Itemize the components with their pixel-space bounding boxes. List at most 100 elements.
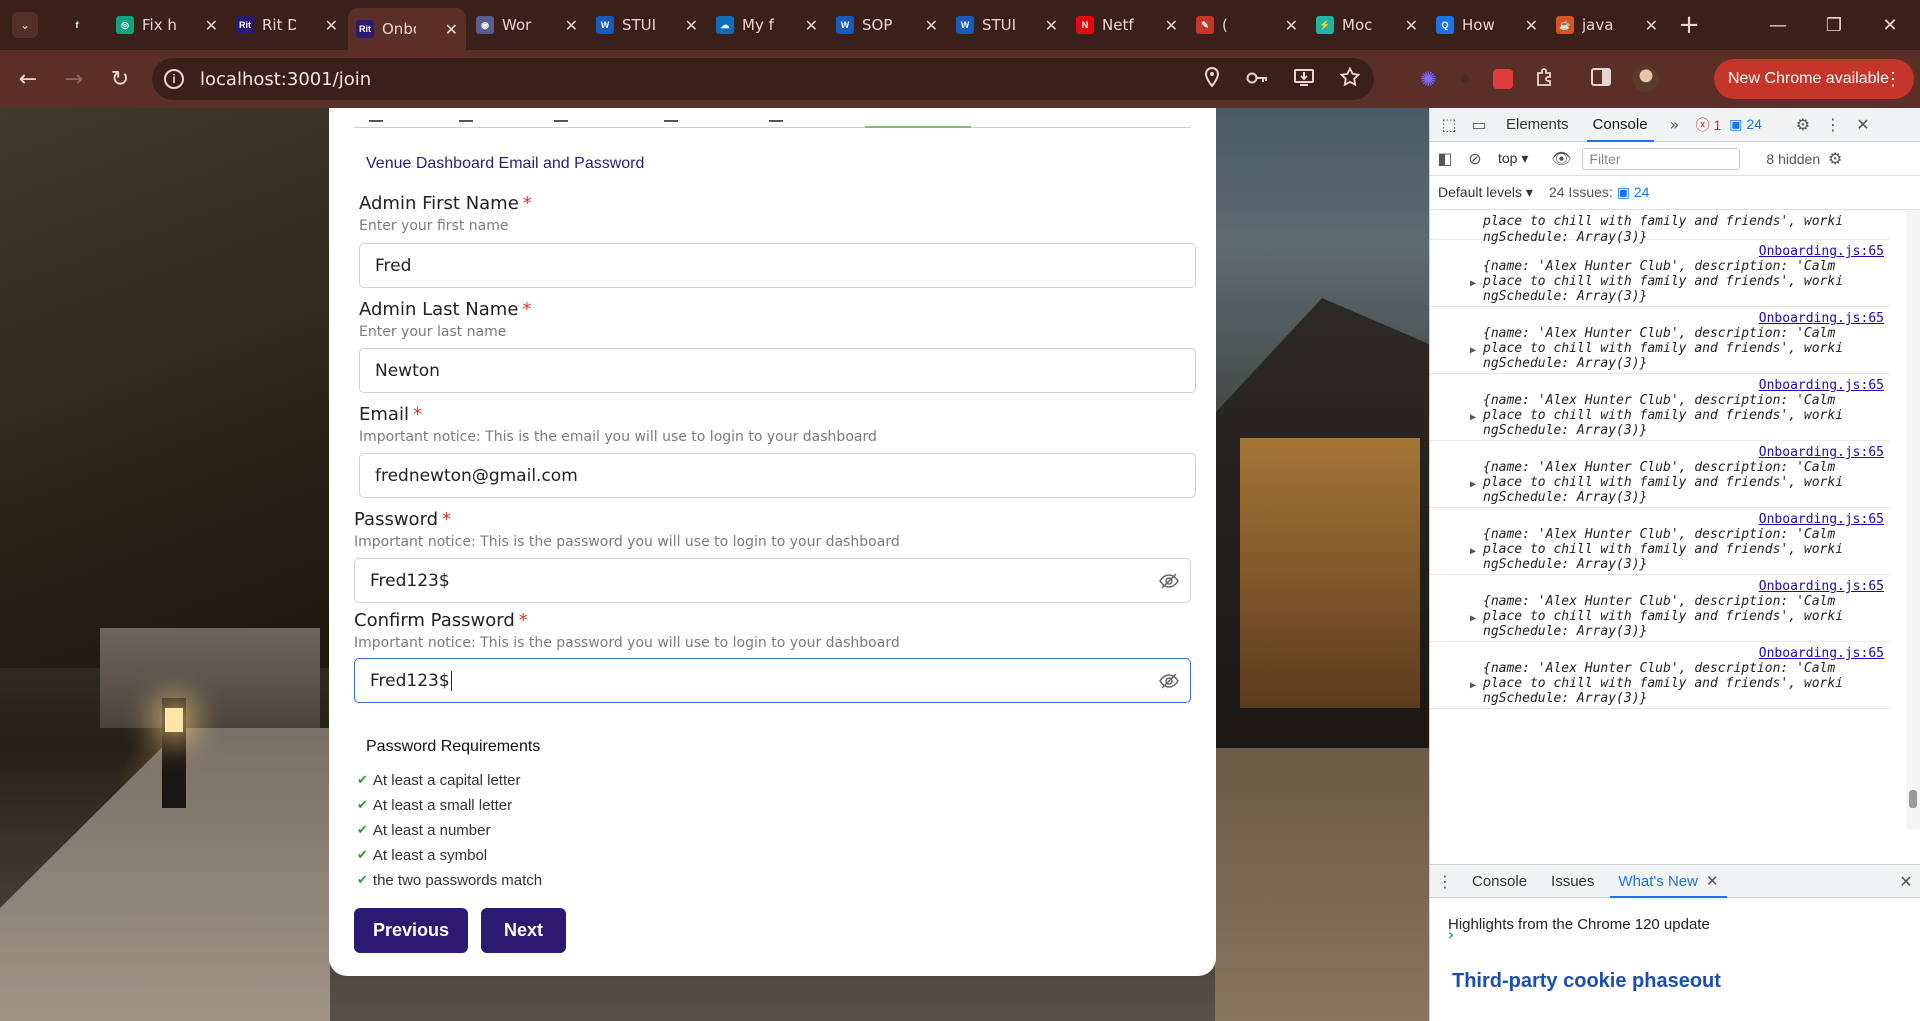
chrome-update-button[interactable]: New Chrome available ⋮ [1714,59,1914,99]
toggle-visibility-icon[interactable] [1158,670,1180,692]
console-scrollbar[interactable] [1906,210,1920,830]
more-options-icon[interactable]: ⋮ [1884,69,1902,90]
close-tab-icon[interactable]: ✕ [1405,16,1418,35]
back-button[interactable]: ← [8,59,48,99]
chatgpt-icon: ◎ [116,16,134,34]
close-drawer-icon[interactable]: ✕ [1891,864,1920,898]
log-source-link[interactable]: Onboarding.js:65 [1759,378,1884,393]
close-window-button[interactable]: ✕ [1860,0,1920,50]
close-tab-icon[interactable]: ✕ [1645,16,1658,35]
expand-arrow-icon[interactable]: ▶ [1470,345,1476,356]
forward-button[interactable]: → [54,59,94,99]
expand-arrow-icon[interactable]: ▶ [1470,680,1476,691]
whats-new-heading[interactable]: Third-party cookie phaseout [1452,970,1721,993]
more-tabs-icon[interactable]: » [1660,108,1690,142]
close-tab-icon[interactable]: ✕ [1165,16,1178,35]
browser-tab[interactable]: ☁ My f ✕ [708,6,826,44]
expand-arrow-icon[interactable]: ▶ [1470,613,1476,624]
tab-elements[interactable]: Elements [1494,108,1581,142]
issue-count-badge[interactable]: ▣ 24 [1729,116,1762,133]
console-toolbar: ◧ ⊘ top ▾ 👁 Filter 8 hidden ⚙ [1430,142,1920,176]
first-name-input[interactable]: Fred [359,243,1196,288]
log-source-link[interactable]: Onboarding.js:65 [1759,512,1884,527]
drawer-tab-issues[interactable]: Issues [1539,864,1606,898]
settings-gear-icon[interactable]: ⚙ [1788,108,1818,142]
sidebar-toggle-icon[interactable]: ◧ [1430,142,1460,176]
browser-tab[interactable]: W STUI ✕ [948,6,1066,44]
install-app-icon[interactable] [1294,68,1314,91]
close-tab-icon[interactable]: ✕ [685,16,698,35]
previous-button[interactable]: Previous [354,908,468,953]
close-tab-icon[interactable]: ✕ [925,16,938,35]
new-tab-button[interactable]: + [1674,10,1704,40]
site-info-icon[interactable]: i [164,69,184,89]
browser-tab[interactable]: ☕ java ✕ [1548,6,1666,44]
tab-console[interactable]: Console [1581,108,1660,142]
moon-extension-icon[interactable]: ● [1459,68,1471,91]
tab-search-button[interactable]: ⌄ [12,12,38,38]
clear-console-icon[interactable]: ⊘ [1460,142,1490,176]
browser-tab[interactable]: ✎ (✕ [1188,6,1306,44]
bookmark-star-icon[interactable] [1339,65,1361,92]
close-tab-icon[interactable]: ✕ [1525,16,1538,35]
location-icon[interactable] [1204,66,1220,92]
browser-tab[interactable]: W STUI ✕ [588,6,706,44]
browser-tab[interactable]: ◎ Fix h ✕ [108,6,226,44]
toggle-visibility-icon[interactable] [1158,570,1180,592]
expand-arrow-icon[interactable]: ▶ [1470,479,1476,490]
issues-summary[interactable]: 24 Issues: ▣ 24 [1549,184,1649,201]
expand-arrow-icon[interactable]: ▶ [1470,546,1476,557]
browser-tab[interactable]: Rit Rit D ✕ [228,6,346,44]
browser-tab[interactable]: ◉ Wor ✕ [468,6,586,44]
console-filter-input[interactable]: Filter [1582,147,1741,170]
close-tab-icon[interactable]: ✕ [205,16,218,35]
context-selector[interactable]: top ▾ [1498,150,1528,167]
browser-tab[interactable]: Q How ✕ [1428,6,1546,44]
devtools-menu-icon[interactable]: ⋮ [1818,108,1848,142]
close-tab-icon[interactable]: ✕ [805,16,818,35]
side-panel-icon[interactable] [1590,67,1611,91]
address-bar[interactable]: i localhost:3001/join [152,58,1374,100]
log-source-link[interactable]: Onboarding.js:65 [1759,445,1884,460]
last-name-input[interactable]: Newton [359,348,1196,393]
browser-tab[interactable]: W SOP ✕ [828,6,946,44]
close-tab-icon[interactable]: ✕ [1045,16,1058,35]
extensions-puzzle-icon[interactable] [1535,67,1555,92]
confirm-password-input[interactable]: Fred123$ [354,658,1191,703]
log-source-link[interactable]: Onboarding.js:65 [1759,311,1884,326]
gemini-extension-icon[interactable]: ✺ [1420,67,1437,92]
password-input[interactable]: Fred123$ [354,558,1191,603]
close-tab-icon[interactable]: ✕ [445,20,458,39]
browser-tab[interactable]: Rit Onbo ✕ [348,8,466,50]
log-source-link[interactable]: Onboarding.js:65 [1759,244,1884,259]
password-key-icon[interactable] [1246,69,1268,90]
browser-tab[interactable]: ⚡ Moc ✕ [1308,6,1426,44]
log-source-link[interactable]: Onboarding.js:65 [1759,579,1884,594]
reload-button[interactable]: ↻ [100,59,140,99]
device-toolbar-icon[interactable]: ▭ [1464,108,1494,142]
close-tab-icon[interactable]: ✕ [1285,16,1298,35]
close-devtools-icon[interactable]: ✕ [1848,108,1878,142]
close-tab-icon[interactable]: ✕ [565,16,578,35]
red-extension-icon[interactable] [1492,69,1513,89]
live-expression-eye-icon[interactable]: 👁 [1546,142,1576,176]
error-count-badge[interactable]: ⓧ 1 [1696,115,1722,135]
drawer-tab-console[interactable]: Console [1460,864,1539,898]
email-input[interactable]: frednewton@gmail.com [359,453,1196,498]
inspect-element-icon[interactable]: ⬚ [1434,108,1464,142]
expand-arrow-icon[interactable]: ▶ [1470,412,1476,423]
minimize-button[interactable]: — [1748,0,1808,50]
expand-arrow-icon[interactable]: ▶ [1470,278,1476,289]
maximize-button[interactable]: ❐ [1804,0,1864,50]
log-levels-dropdown[interactable]: Default levels ▾ [1438,184,1533,201]
drawer-tab-whats-new[interactable]: What's New ✕ [1606,864,1730,898]
close-tab-icon[interactable]: ✕ [325,16,338,35]
browser-tab[interactable]: f [60,6,106,44]
drawer-menu-icon[interactable]: ⋮ [1430,864,1460,898]
browser-tab[interactable]: N Netf ✕ [1068,6,1186,44]
log-text: {name: 'Alex Hunter Club', description: … [1483,326,1836,341]
console-settings-icon[interactable]: ⚙ [1820,142,1850,176]
log-source-link[interactable]: Onboarding.js:65 [1759,646,1884,661]
next-button[interactable]: Next [481,908,566,953]
profile-avatar[interactable] [1632,66,1659,92]
